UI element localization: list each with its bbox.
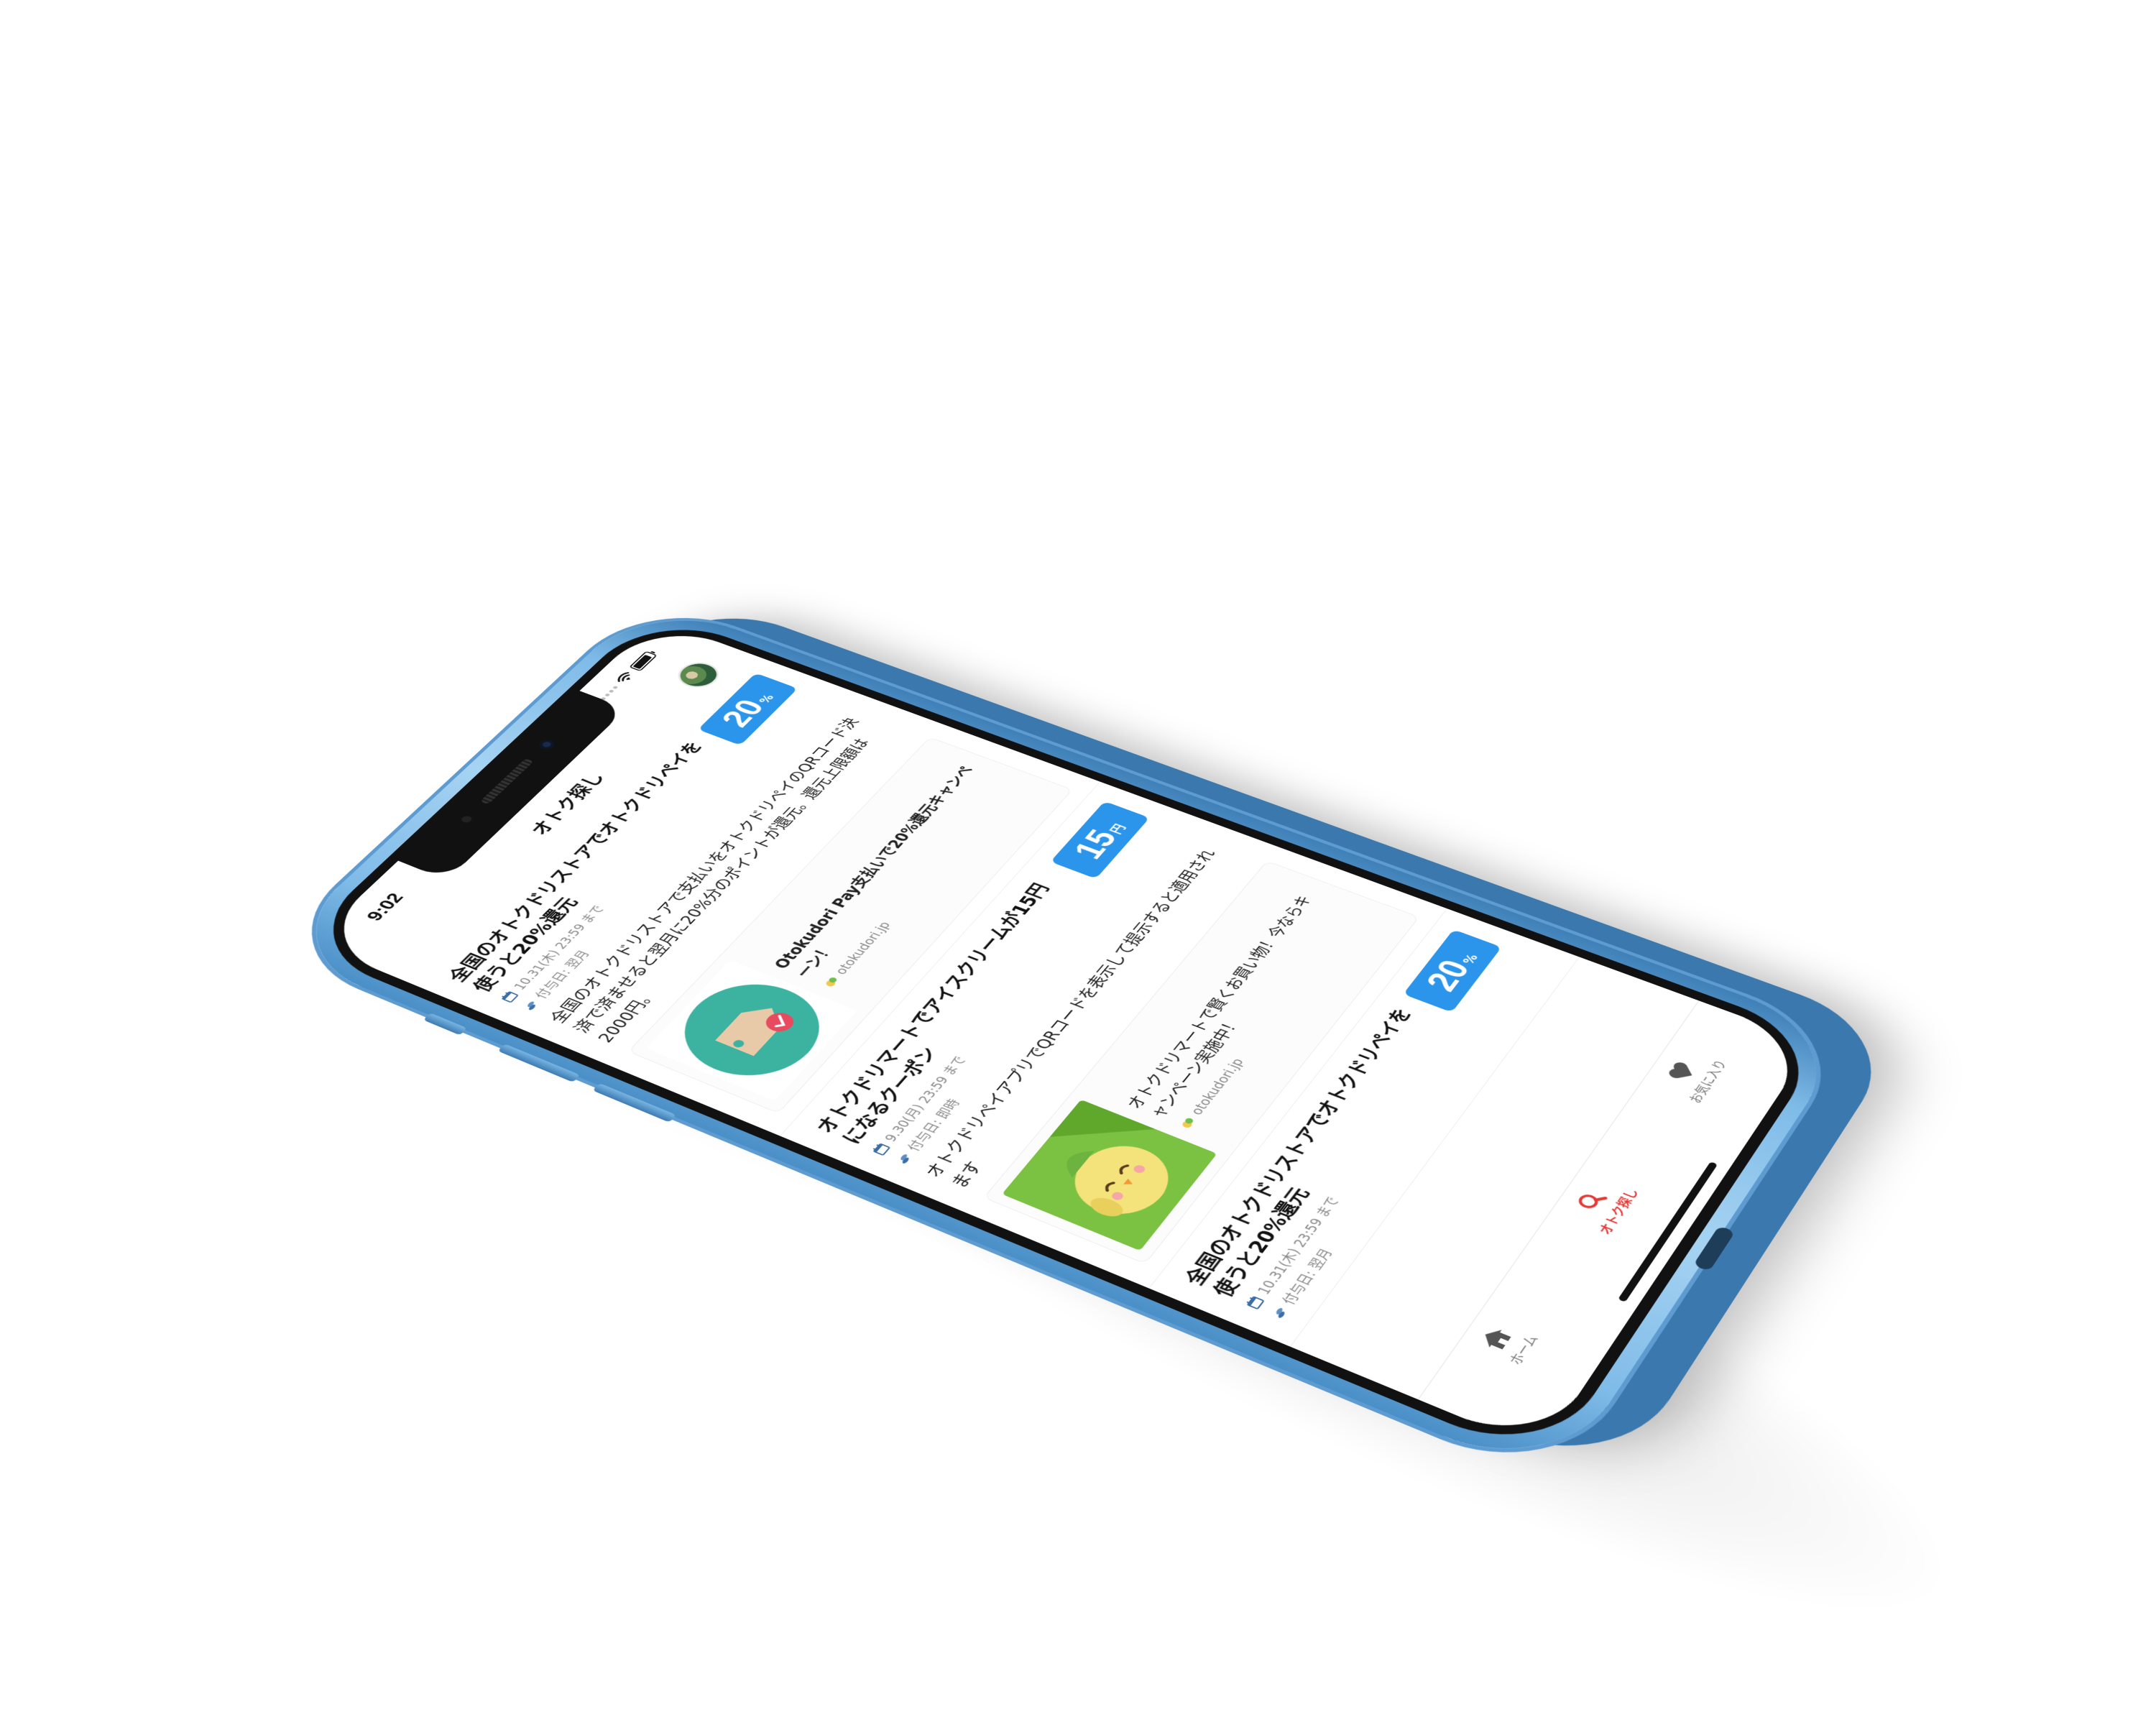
mute-switch <box>423 1013 468 1035</box>
battery-icon <box>629 651 658 671</box>
bird-logo-icon <box>1177 1115 1198 1131</box>
mockup-stage: 9:02 オトク探し 全国のオトクドリストアでオトクドリペイを使うと20%還元 … <box>0 0 2156 1671</box>
coins-icon <box>1268 1304 1291 1320</box>
coins-icon <box>893 1151 915 1166</box>
sensor <box>459 815 474 824</box>
heart-icon <box>1662 1058 1700 1086</box>
coins-icon <box>520 998 541 1012</box>
signal-icon <box>601 686 619 701</box>
front-camera <box>537 738 557 750</box>
calendar-icon <box>1243 1294 1266 1310</box>
bird-logo-icon <box>821 975 841 989</box>
status-time: 9:02 <box>361 890 408 924</box>
battery-level <box>632 655 652 669</box>
phone-mockup: 9:02 オトク探し 全国のオトクドリストアでオトクドリペイを使うと20%還元 … <box>271 598 1852 1483</box>
calendar-icon <box>870 1141 891 1156</box>
app-screen: 9:02 オトク探し 全国のオトクドリストアでオトクドリペイを使うと20%還元 … <box>311 620 1814 1450</box>
wifi-icon <box>614 671 636 684</box>
calendar-icon <box>499 990 520 1003</box>
